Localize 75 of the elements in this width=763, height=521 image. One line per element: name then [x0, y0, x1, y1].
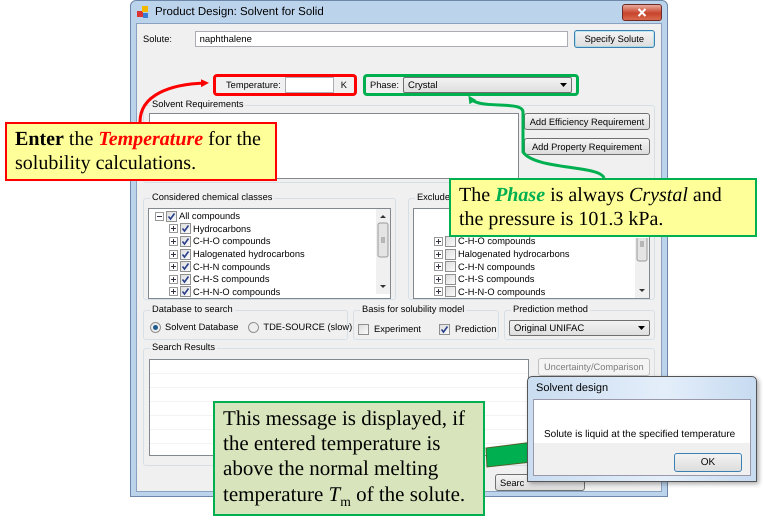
radio-button[interactable] [150, 322, 161, 332]
dropdown-arrow-icon [560, 83, 567, 87]
prediction-method-dropdown[interactable]: Original UNIFAC [509, 320, 650, 336]
expand-icon[interactable] [434, 262, 443, 272]
group-title: Database to search [150, 304, 235, 314]
dropdown-arrow-icon [638, 326, 645, 330]
app-icon [136, 5, 150, 19]
scrollbar[interactable] [635, 238, 649, 298]
tree-item[interactable]: C-H-O compounds [193, 236, 270, 246]
solute-field[interactable]: naphthalene [194, 31, 568, 47]
tree-item[interactable]: C-H-N-O compounds [193, 286, 280, 297]
expand-icon[interactable] [434, 274, 443, 284]
field-label: Solute: [143, 34, 173, 44]
window-title: Product Design: Solvent for Solid [155, 6, 324, 18]
callout-text: This message is displayed, if the entered temperature is above the normal melting temperature T$_{m}$ of the solute. [213, 401, 485, 516]
expand-icon[interactable] [169, 262, 178, 272]
tree-item[interactable]: C-H-S compounds [193, 274, 270, 284]
tree-item[interactable]: C-H-N compounds [193, 262, 270, 272]
field-label: Phase: [370, 80, 399, 90]
checkbox[interactable] [444, 274, 456, 285]
scrollbar[interactable] [376, 209, 390, 294]
tree-item[interactable]: C-H-O compounds [458, 236, 536, 246]
tree-item[interactable]: Hydrocarbons [193, 224, 251, 234]
checkbox-label[interactable]: Prediction [455, 324, 496, 334]
tree-item[interactable]: C-H-N compounds [458, 262, 535, 272]
phase-dropdown[interactable]: Crystal [402, 77, 572, 93]
expand-icon[interactable] [434, 236, 443, 246]
checkbox[interactable] [358, 324, 369, 334]
temperature-field[interactable] [284, 77, 334, 93]
group-title: Considered chemical classes [150, 192, 274, 202]
checkbox[interactable] [180, 274, 191, 285]
group-title: Basis for solubility model [360, 304, 466, 314]
expand-icon[interactable] [434, 287, 443, 296]
checkbox[interactable] [444, 236, 456, 247]
close-button[interactable] [622, 4, 662, 20]
tree-item[interactable]: C-H-N-O compounds [458, 286, 546, 297]
tree-item[interactable]: All compounds [179, 211, 240, 222]
checkbox-label[interactable]: Experiment [374, 324, 422, 334]
tree-item[interactable]: C-H-S compounds [458, 274, 534, 284]
close-icon [637, 8, 647, 16]
expand-icon[interactable] [169, 250, 178, 259]
checkbox[interactable] [180, 223, 191, 234]
radio-label[interactable]: TDE-SOURCE (slow) [263, 322, 352, 332]
collapse-icon[interactable] [155, 212, 164, 221]
checkbox[interactable] [444, 286, 456, 298]
checkbox[interactable] [180, 286, 191, 298]
checkbox[interactable] [180, 261, 191, 272]
unit-label: K [340, 80, 347, 90]
checkbox[interactable] [444, 248, 456, 260]
dialog-title: Solvent design [535, 381, 610, 396]
tree-item[interactable]: Halogenated hydrocarbons [193, 249, 305, 260]
checkbox[interactable] [444, 261, 456, 272]
dialog-message: Solute is liquid at the specified temperature [544, 429, 736, 440]
specify-solute-button[interactable]: Specify Solute [574, 30, 655, 48]
expand-icon[interactable] [169, 287, 178, 296]
radio-button[interactable] [248, 322, 260, 332]
add-requirement-button[interactable]: Add Property Requirement [524, 138, 650, 155]
checkbox[interactable] [180, 248, 191, 260]
group-title: Solvent Requirements [150, 99, 246, 109]
group-title: Prediction method [511, 304, 590, 314]
callout-text: The Phase is always Crystal and the pressure is 101.3 kPa. [449, 178, 757, 237]
field-label: Temperature: [226, 80, 281, 90]
expand-icon[interactable] [434, 250, 443, 259]
expand-icon[interactable] [169, 224, 178, 234]
radio-label[interactable]: Solvent Database [165, 322, 238, 332]
expand-icon[interactable] [169, 274, 178, 284]
expand-icon[interactable] [169, 236, 178, 246]
ok-button[interactable]: OK [674, 453, 742, 472]
group-title: Search Results [150, 342, 218, 352]
checkbox[interactable] [180, 236, 191, 247]
checkbox[interactable] [439, 324, 450, 334]
checkbox[interactable] [166, 210, 177, 222]
add-requirement-button[interactable]: Add Efficiency Requirement [524, 113, 650, 130]
callout-text: Enter the Temperature for the solubility calculations. [5, 122, 277, 181]
tree-item[interactable]: Halogenated hydrocarbons [458, 249, 570, 260]
